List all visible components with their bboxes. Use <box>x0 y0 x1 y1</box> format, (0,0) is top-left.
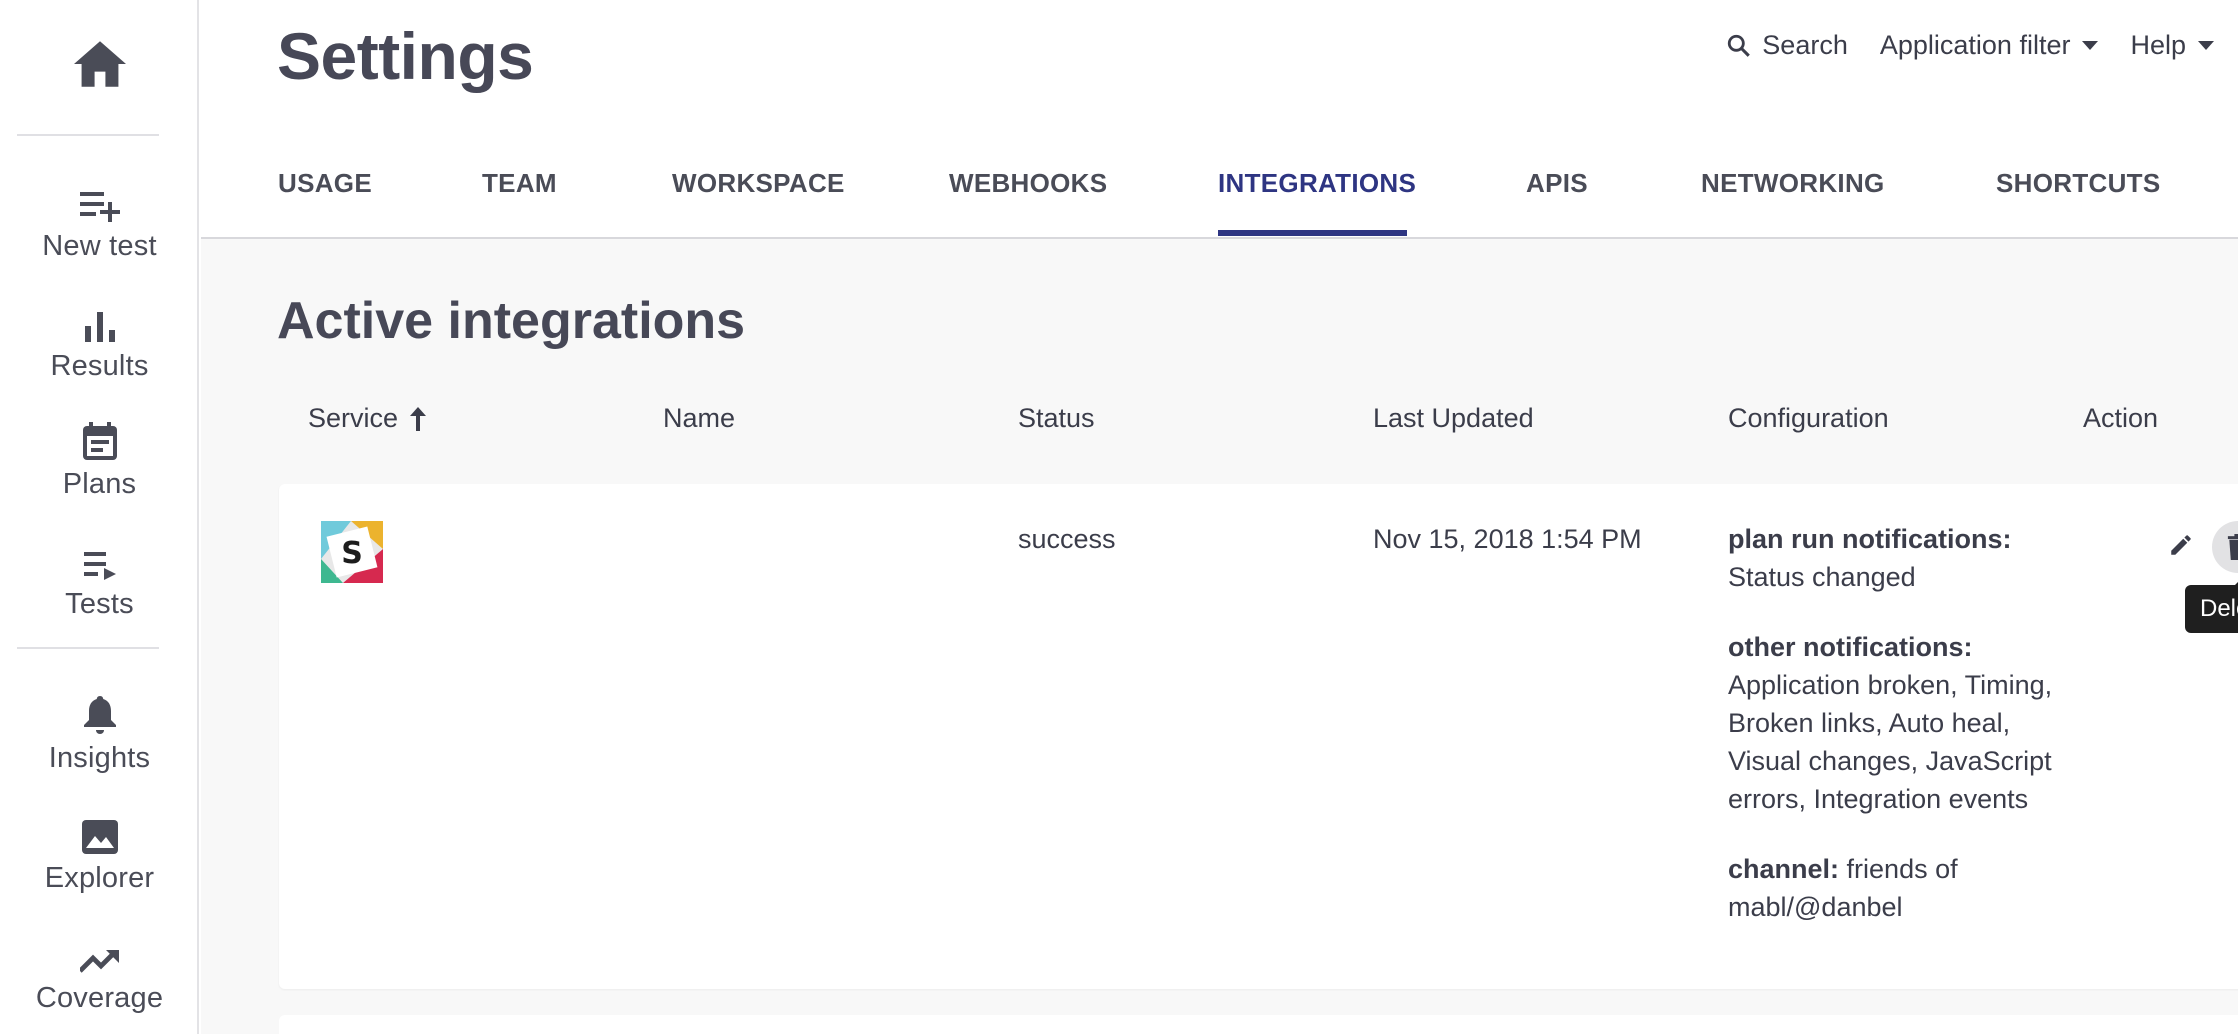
config-value: Application broken, Timing, Broken links… <box>1728 670 2053 814</box>
sidebar-item-plans[interactable]: Plans <box>0 410 199 530</box>
delete-tooltip: Delete <box>2185 575 2238 633</box>
sidebar-item-label: Coverage <box>35 982 164 1014</box>
sidebar-divider <box>17 647 159 649</box>
sidebar-item-label: Results <box>50 350 149 382</box>
settings-tabs: USAGE TEAM WORKSPACE WEBHOOKS INTEGRATIO… <box>201 0 2238 239</box>
config-other-notifications: other notifications: Application broken,… <box>1728 628 2068 818</box>
sidebar-item-insights[interactable]: Insights <box>0 684 199 804</box>
sidebar-item-label: Plans <box>62 468 137 500</box>
bell-icon <box>83 696 116 734</box>
column-header-label: Service <box>308 403 399 433</box>
column-header-last-updated[interactable]: Last Updated <box>1373 403 1534 434</box>
home-icon <box>73 41 126 87</box>
playlist-play-icon <box>83 552 116 580</box>
calendar-icon <box>82 422 117 460</box>
sidebar-divider <box>17 134 159 136</box>
sidebar-item-explorer[interactable]: Explorer <box>0 804 199 924</box>
table-row: S success Nov 15, 2018 1:54 PM plan run … <box>279 484 2238 989</box>
page-header: Settings Search Application filter Help … <box>201 0 2238 239</box>
tab-webhooks[interactable]: WEBHOOKS <box>949 168 1107 199</box>
sidebar-item-tests[interactable]: Tests <box>0 530 199 650</box>
config-key: plan run notifications: <box>1728 524 2012 554</box>
slack-logo: S <box>321 521 383 583</box>
sidebar-item-label: New test <box>42 230 157 262</box>
column-header-configuration: Configuration <box>1728 403 1889 433</box>
tab-integrations[interactable]: INTEGRATIONS <box>1218 168 1416 199</box>
tab-networking[interactable]: NETWORKING <box>1701 168 1885 199</box>
sidebar-item-label: Explorer <box>44 862 155 894</box>
home-button[interactable] <box>0 24 199 104</box>
config-key: other notifications: <box>1728 632 1973 662</box>
column-header-name[interactable]: Name <box>663 403 735 434</box>
sidebar-item-results[interactable]: Results <box>0 292 199 412</box>
delete-button[interactable] <box>2212 521 2238 573</box>
svg-text:S: S <box>341 536 363 571</box>
sidebar: New test Results Plans Tests Insights Ex… <box>0 0 199 1034</box>
tab-usage[interactable]: USAGE <box>278 168 372 199</box>
arrow-up-icon <box>410 406 427 431</box>
config-channel: channel: friends of mabl/@danbel <box>1728 850 2068 926</box>
tab-workspace[interactable]: WORKSPACE <box>672 168 845 199</box>
config-value: Status changed <box>1728 562 1916 592</box>
main-content: Active integrations Service Name Status … <box>201 239 2238 1034</box>
sidebar-item-coverage[interactable]: Coverage <box>0 924 199 1034</box>
config-plan-run: plan run notifications: Status changed <box>1728 520 2068 596</box>
config-key: channel: <box>1728 854 1840 884</box>
configuration-cell: plan run notifications: Status changed o… <box>1728 520 2068 958</box>
active-tab-indicator <box>1218 230 1407 236</box>
status-cell: success <box>1018 524 1116 554</box>
trending-up-icon <box>79 950 119 973</box>
sidebar-item-label: Tests <box>65 588 134 620</box>
column-header-action: Action <box>2083 403 2159 433</box>
edit-button[interactable] <box>2159 521 2203 569</box>
tab-team[interactable]: TEAM <box>482 168 557 199</box>
sidebar-item-label: Insights <box>48 742 151 774</box>
trash-icon <box>2227 534 2238 560</box>
section-title: Active integrations <box>277 292 746 350</box>
last-updated-cell: Nov 15, 2018 1:54 PM <box>1373 524 1642 554</box>
table-row <box>279 1015 2238 1034</box>
sidebar-item-new-test[interactable]: New test <box>0 172 199 292</box>
tab-shortcuts[interactable]: SHORTCUTS <box>1996 168 2160 199</box>
pencil-icon <box>2171 535 2191 555</box>
tab-apis[interactable]: APIS <box>1526 168 1588 199</box>
bar-chart-icon <box>84 312 115 342</box>
image-icon <box>81 820 118 854</box>
column-header-service[interactable]: Service <box>308 403 427 434</box>
column-header-status[interactable]: Status <box>1018 403 1095 434</box>
playlist-add-icon <box>79 192 120 222</box>
